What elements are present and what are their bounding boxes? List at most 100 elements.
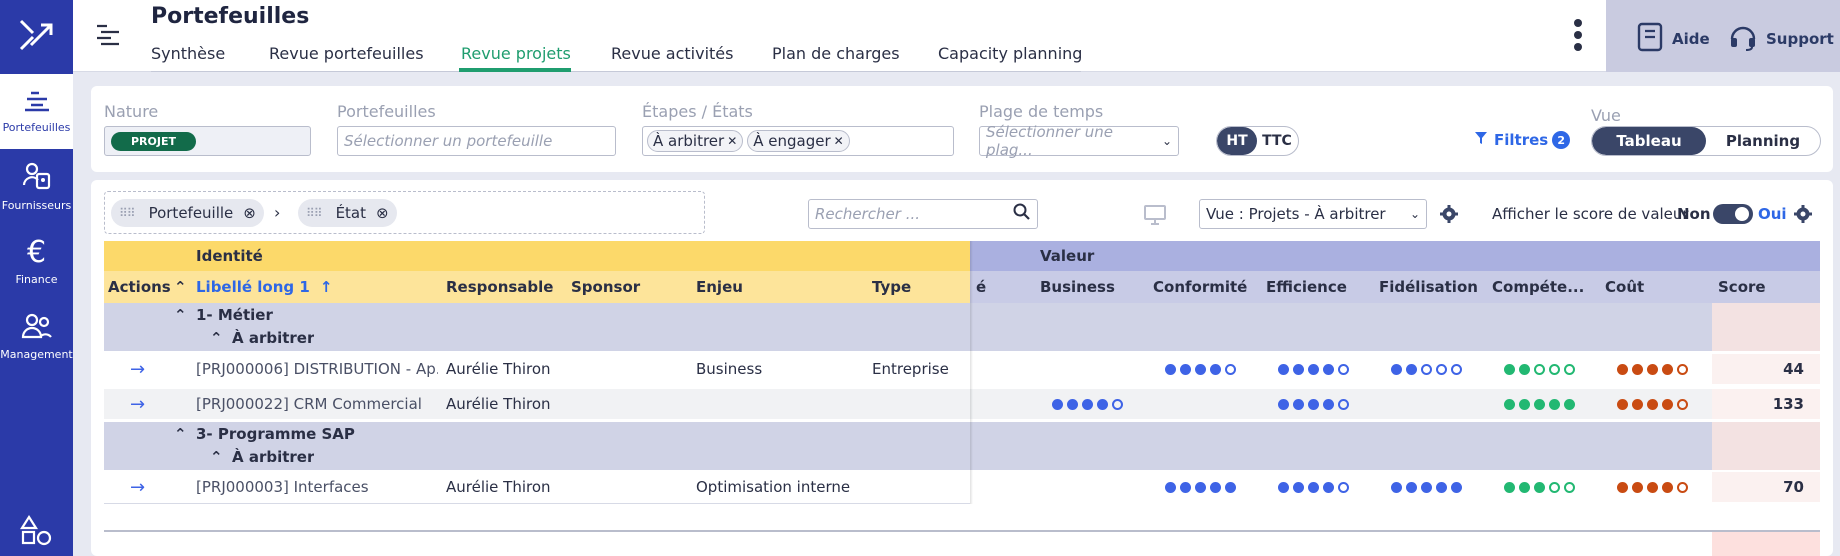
tab-revue-activites[interactable]: Revue activités — [611, 44, 733, 63]
column-libelle[interactable]: Libellé long 1 ↑ — [190, 271, 436, 303]
gear-icon[interactable] — [1794, 205, 1812, 227]
plage-label: Plage de temps — [979, 102, 1104, 121]
score-toggle[interactable] — [1713, 204, 1753, 224]
rating-dot — [1632, 481, 1643, 493]
rating-dot — [1677, 481, 1688, 493]
tab-capacity-planning[interactable]: Capacity planning — [938, 44, 1082, 63]
rating-dot — [1519, 398, 1530, 410]
column-competence[interactable]: Compéte... — [1486, 271, 1598, 303]
sidebar-item-portefeuilles[interactable]: Portefeuilles — [0, 74, 73, 149]
sidebar-item-label: Portefeuilles — [2, 121, 71, 134]
remove-chip-icon[interactable]: ✕ — [727, 134, 737, 148]
tab-synthese[interactable]: Synthèse — [151, 44, 225, 63]
sidebar-item-fournisseurs[interactable]: Fournisseurs — [0, 149, 73, 224]
nature-select[interactable]: PROJET — [104, 126, 311, 156]
etape-chip[interactable]: À engager ✕ — [747, 130, 850, 152]
column-hidden[interactable]: é — [970, 271, 1000, 303]
table-row[interactable]: → [PRJ000003] Interfaces Aurélie Thiron Opt… — [104, 472, 1820, 502]
nature-label: Nature — [104, 102, 159, 121]
rating-dot — [1647, 398, 1658, 410]
search-icon[interactable] — [1013, 203, 1031, 225]
vue-toggle[interactable]: Tableau Planning — [1591, 126, 1821, 156]
open-arrow-icon[interactable]: → — [124, 354, 154, 384]
vue-tableau-option[interactable]: Tableau — [1592, 127, 1706, 155]
group-chip-portefeuille[interactable]: ⠿⠿ Portefeuille ⊗ — [111, 199, 264, 227]
rating-dot — [1323, 398, 1334, 410]
menu-collapse-icon[interactable] — [95, 24, 121, 50]
open-arrow-icon[interactable]: → — [124, 389, 154, 419]
rating-dot — [1278, 363, 1289, 375]
rating-dot — [1451, 481, 1462, 493]
rating-dot — [1421, 363, 1432, 375]
cell-type — [866, 472, 966, 502]
vue-select-value: Vue : Projets - À arbitrer — [1206, 205, 1386, 223]
score-total-cell — [1712, 532, 1820, 556]
rating-fidelisation — [1385, 472, 1485, 502]
tab-revue-projets[interactable]: Revue projets — [461, 44, 571, 63]
ht-ttc-toggle[interactable]: HT TTC — [1216, 126, 1299, 156]
vue-select[interactable]: Vue : Projets - À arbitrer ⌄ — [1199, 199, 1427, 229]
subgroup-toggle-icon[interactable]: ⌃ — [204, 327, 223, 349]
rating-dot — [1564, 481, 1575, 493]
monitor-icon[interactable] — [1143, 204, 1167, 230]
rating-dot — [1293, 398, 1304, 410]
tab-plan-de-charges[interactable]: Plan de charges — [772, 44, 900, 63]
column-fidelisation[interactable]: Fidélisation — [1373, 271, 1485, 303]
column-score[interactable]: Score — [1712, 271, 1820, 303]
column-conformite[interactable]: Conformité — [1147, 271, 1259, 303]
column-responsable[interactable]: Responsable — [440, 271, 560, 303]
tab-revue-portefeuilles[interactable]: Revue portefeuilles — [269, 44, 424, 63]
filtres-button[interactable]: Filtres 2 — [1474, 131, 1571, 149]
column-efficience[interactable]: Efficience — [1260, 271, 1372, 303]
remove-chip-icon[interactable]: ✕ — [834, 134, 844, 148]
column-enjeu[interactable]: Enjeu — [690, 271, 860, 303]
remove-group-icon[interactable]: ⊗ — [243, 204, 256, 222]
group-row-metier[interactable]: ⌃ 1- Métier ⌃ À arbitrer — [104, 303, 1820, 351]
app-logo[interactable] — [0, 0, 73, 70]
group-toggle-icon[interactable]: ⌃ — [168, 305, 187, 325]
drag-handle-icon[interactable]: ⠿⠿ — [119, 206, 136, 220]
column-type[interactable]: Type — [866, 271, 966, 303]
etapes-select[interactable]: À arbitrer ✕ À engager ✕ — [642, 126, 954, 156]
ttc-option[interactable]: TTC — [1257, 127, 1297, 155]
aide-button[interactable]: Aide — [1636, 22, 1710, 56]
book-icon — [1636, 22, 1664, 56]
gear-icon[interactable] — [1440, 205, 1458, 227]
more-menu-icon[interactable] — [1573, 18, 1583, 56]
chip-label: À arbitrer — [653, 132, 725, 150]
shapes-icon[interactable] — [19, 514, 52, 550]
rating-dot — [1225, 481, 1236, 493]
support-button[interactable]: Support — [1728, 22, 1834, 56]
ht-option[interactable]: HT — [1217, 127, 1257, 155]
etapes-label: Étapes / États — [642, 102, 753, 121]
group-chip-etat[interactable]: ⠿⠿ État ⊗ — [298, 199, 397, 227]
rating-dot — [1617, 398, 1628, 410]
portefeuilles-input[interactable]: Sélectionner un portefeuille — [337, 126, 616, 156]
vue-planning-option[interactable]: Planning — [1706, 127, 1820, 155]
subgroup-toggle-icon[interactable]: ⌃ — [204, 446, 223, 468]
open-arrow-icon[interactable]: → — [124, 472, 154, 502]
column-sponsor[interactable]: Sponsor — [565, 271, 685, 303]
collapse-all-icon[interactable]: ⌃ — [168, 271, 190, 303]
cell-responsable: Aurélie Thiron — [446, 478, 551, 496]
sidebar-item-management[interactable]: Management — [0, 299, 73, 374]
etape-chip[interactable]: À arbitrer ✕ — [647, 130, 744, 152]
column-business[interactable]: Business — [1034, 271, 1146, 303]
portefeuilles-label: Portefeuilles — [337, 102, 436, 121]
group-row-programme-sap[interactable]: ⌃ 3- Programme SAP ⌃ À arbitrer — [104, 422, 1820, 470]
remove-group-icon[interactable]: ⊗ — [376, 204, 389, 222]
group-toggle-icon[interactable]: ⌃ — [168, 424, 187, 444]
plage-select[interactable]: Sélectionner une plag... ⌄ — [979, 123, 1179, 159]
non-label: Non — [1677, 205, 1711, 223]
table-header-row: Actions ⌃ Libellé long 1 ↑ Responsable Sp… — [104, 271, 1820, 303]
rating-dot — [1308, 398, 1319, 410]
rating-dot — [1180, 481, 1191, 493]
drag-handle-icon[interactable]: ⠿⠿ — [306, 206, 323, 220]
table-row[interactable]: → [PRJ000006] DISTRIBUTION - Ap... Aurélie… — [104, 354, 1820, 384]
table-row[interactable]: → [PRJ000022] CRM Commercial Aurélie Thiro… — [104, 389, 1820, 419]
search-input[interactable]: Rechercher ... — [808, 199, 1038, 229]
rating-dot — [1632, 363, 1643, 375]
column-cout[interactable]: Coût — [1599, 271, 1711, 303]
subgroup-label: À arbitrer — [232, 448, 315, 466]
sidebar-item-finance[interactable]: € Finance — [0, 224, 73, 299]
